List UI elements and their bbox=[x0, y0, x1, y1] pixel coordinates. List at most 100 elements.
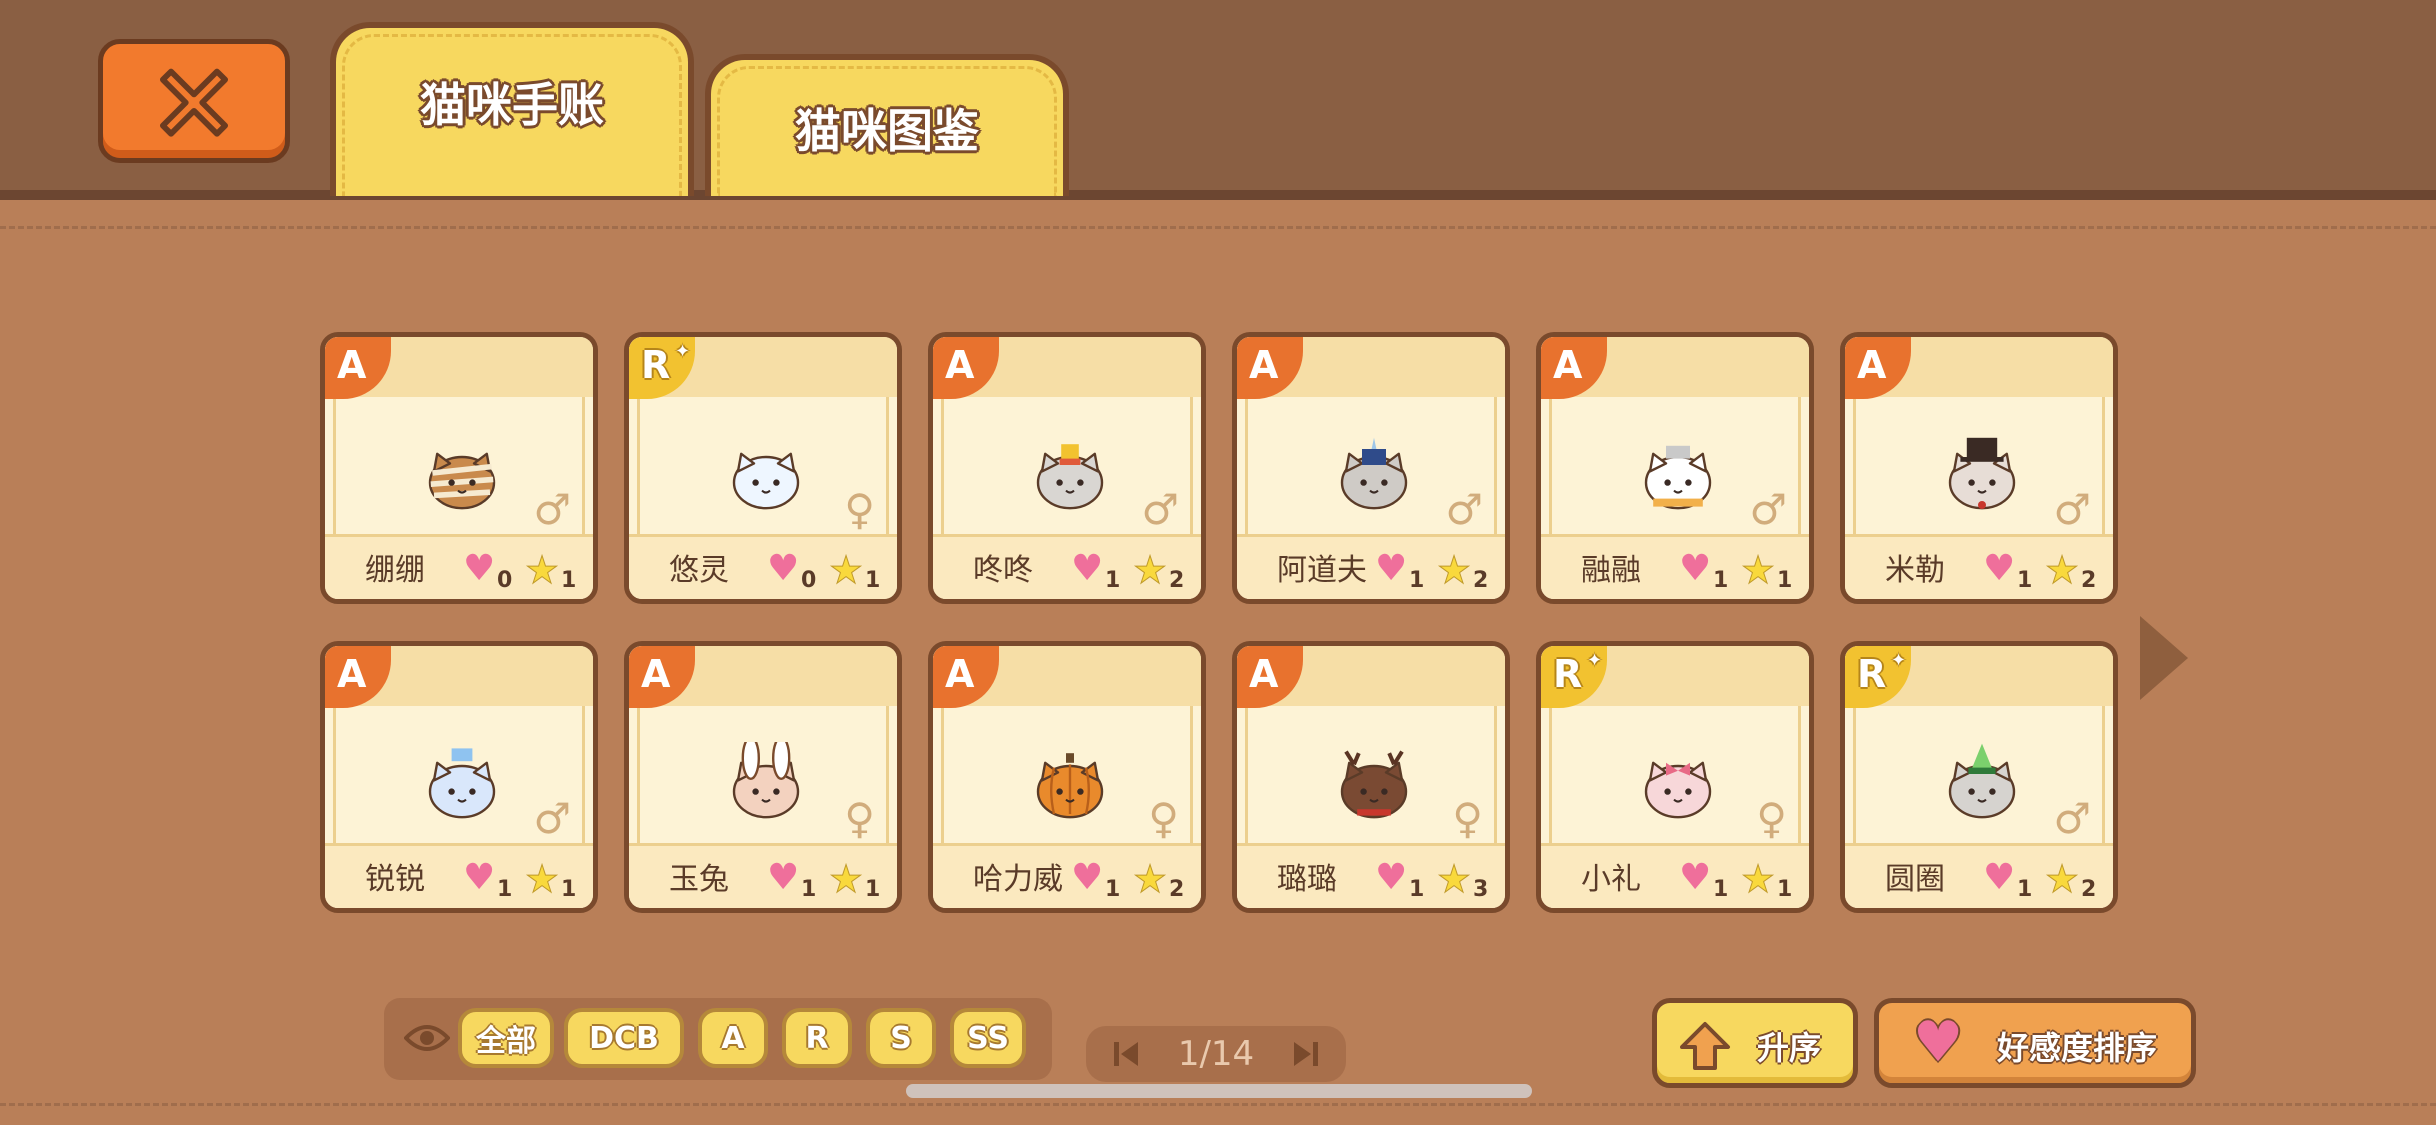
cat-card[interactable]: A ♀ 玉兔 ♥ 1 ★ 1 bbox=[624, 641, 902, 913]
cat-card[interactable]: R ✦ ♀ 悠灵 ♥ 0 ★ 1 bbox=[624, 332, 902, 604]
cat-name: 融融 bbox=[1581, 553, 1641, 588]
filter-s-button[interactable]: S bbox=[866, 1008, 936, 1068]
star-count: 2 bbox=[1473, 568, 1489, 593]
cat-card[interactable]: R ✦ ♀ 小礼 ♥ 1 ★ 1 bbox=[1536, 641, 1814, 913]
sparkle-icon: ✦ bbox=[1587, 650, 1603, 671]
gender-icon: ♂ bbox=[1749, 485, 1787, 534]
star-icon: ★ bbox=[2044, 548, 2080, 592]
gender-icon: ♀ bbox=[844, 485, 875, 534]
tab-cat-journal[interactable]: 猫咪手账 bbox=[330, 22, 694, 196]
star-icon: ★ bbox=[1436, 548, 1472, 592]
heart-icon: ♥ bbox=[1071, 548, 1104, 589]
heart-icon: ♥ bbox=[1983, 548, 2016, 589]
close-button[interactable] bbox=[98, 39, 290, 163]
rarity-label: R bbox=[1857, 652, 1887, 696]
filter-a-button[interactable]: A bbox=[698, 1008, 768, 1068]
star-icon: ★ bbox=[1740, 548, 1776, 592]
heart-icon: ♥ bbox=[767, 548, 800, 589]
ascending-sort-button[interactable]: 升序 bbox=[1652, 998, 1858, 1088]
cat-card[interactable]: A ♀ 哈力威 ♥ 1 ★ 2 bbox=[928, 641, 1206, 913]
affinity-sort-button[interactable]: ♥ 好感度排序 bbox=[1874, 998, 2196, 1088]
cat-card[interactable]: R ✦ ♂ 圆圈 ♥ 1 ★ 2 bbox=[1840, 641, 2118, 913]
cat-avatar-icon bbox=[732, 452, 800, 510]
cat-avatar-icon bbox=[1948, 743, 2016, 819]
up-arrow-icon bbox=[1680, 1022, 1730, 1070]
star-count: 2 bbox=[2081, 568, 2097, 593]
affection-count: 1 bbox=[1409, 568, 1425, 593]
gender-icon: ♂ bbox=[2053, 485, 2091, 534]
pager: 1/14 bbox=[1086, 1026, 1346, 1082]
heart-icon: ♥ bbox=[1679, 548, 1712, 589]
tab-cat-guide-label: 猫咪图鉴 bbox=[795, 104, 979, 158]
star-icon: ★ bbox=[1436, 857, 1472, 901]
eye-icon[interactable] bbox=[404, 1020, 450, 1056]
star-count: 1 bbox=[865, 568, 881, 593]
heart-icon: ♥ bbox=[1983, 857, 2016, 898]
gender-icon: ♂ bbox=[533, 794, 571, 843]
cat-card[interactable]: A ♂ 锐锐 ♥ 1 ★ 1 bbox=[320, 641, 598, 913]
page-indicator: 1/14 bbox=[1177, 1034, 1255, 1074]
cat-name: 悠灵 bbox=[669, 553, 729, 588]
rarity-label: A bbox=[1249, 343, 1279, 387]
dashed-divider-top bbox=[0, 226, 2436, 229]
star-count: 1 bbox=[561, 877, 577, 902]
tab-cat-journal-label: 猫咪手账 bbox=[420, 78, 604, 132]
rarity-label: A bbox=[1249, 652, 1279, 696]
affection-count: 1 bbox=[1105, 568, 1121, 593]
cat-card[interactable]: A ♂ 米勒 ♥ 1 ★ 2 bbox=[1840, 332, 2118, 604]
gender-icon: ♂ bbox=[1141, 485, 1179, 534]
cat-card[interactable]: A ♂ 阿道夫 ♥ 1 ★ 2 bbox=[1232, 332, 1510, 604]
ascending-sort-label: 升序 bbox=[1757, 1029, 1822, 1067]
rarity-label: A bbox=[1857, 343, 1887, 387]
affection-count: 0 bbox=[497, 568, 513, 593]
filter-r-button[interactable]: R bbox=[782, 1008, 852, 1068]
star-icon: ★ bbox=[1132, 857, 1168, 901]
heart-icon: ♥ bbox=[1375, 857, 1408, 898]
heart-icon: ♥ bbox=[767, 857, 800, 898]
rarity-label: A bbox=[945, 652, 975, 696]
filter-ss-button[interactable]: SS bbox=[950, 1008, 1026, 1068]
star-icon: ★ bbox=[1132, 548, 1168, 592]
cat-name: 小礼 bbox=[1581, 862, 1641, 897]
heart-icon: ♥ bbox=[463, 857, 496, 898]
cat-card[interactable]: A ♀ 璐璐 ♥ 1 ★ 3 bbox=[1232, 641, 1510, 913]
rarity-label: R bbox=[641, 343, 671, 387]
gender-icon: ♂ bbox=[533, 485, 571, 534]
close-x-icon bbox=[159, 68, 229, 137]
star-icon: ★ bbox=[2044, 857, 2080, 901]
affection-count: 1 bbox=[1105, 877, 1121, 902]
filter-dcb-button[interactable]: DCB bbox=[564, 1008, 684, 1068]
filter-all-button[interactable]: 全部 bbox=[458, 1008, 554, 1068]
tab-cat-guide[interactable]: 猫咪图鉴 bbox=[705, 54, 1069, 196]
home-indicator-bar bbox=[906, 1084, 1532, 1098]
star-count: 2 bbox=[1169, 877, 1185, 902]
last-page-icon[interactable] bbox=[1292, 1040, 1320, 1068]
star-count: 1 bbox=[865, 877, 881, 902]
cat-card[interactable]: A ♂ 咚咚 ♥ 1 ★ 2 bbox=[928, 332, 1206, 604]
affection-count: 1 bbox=[1713, 568, 1729, 593]
affection-count: 1 bbox=[2017, 877, 2033, 902]
star-icon: ★ bbox=[828, 548, 864, 592]
rarity-label: A bbox=[945, 343, 975, 387]
gender-icon: ♀ bbox=[1148, 794, 1179, 843]
gender-icon: ♀ bbox=[1756, 794, 1787, 843]
affection-count: 1 bbox=[1409, 877, 1425, 902]
gender-icon: ♂ bbox=[2053, 794, 2091, 843]
affection-count: 1 bbox=[497, 877, 513, 902]
heart-icon: ♥ bbox=[1679, 857, 1712, 898]
cat-name: 玉兔 bbox=[669, 862, 729, 897]
gender-icon: ♀ bbox=[844, 794, 875, 843]
cat-avatar-icon bbox=[428, 452, 496, 510]
rarity-label: R bbox=[1553, 652, 1583, 696]
cat-card[interactable]: A ♂ 绷绷 ♥ 0 ★ 1 bbox=[320, 332, 598, 604]
next-page-arrow-icon[interactable] bbox=[2140, 616, 2188, 700]
cat-name: 璐璐 bbox=[1277, 862, 1337, 897]
dashed-divider-bottom bbox=[0, 1103, 2436, 1106]
star-icon: ★ bbox=[1740, 857, 1776, 901]
affection-count: 0 bbox=[801, 568, 817, 593]
cat-card[interactable]: A ♂ 融融 ♥ 1 ★ 1 bbox=[1536, 332, 1814, 604]
cat-avatar-icon bbox=[1036, 444, 1104, 510]
star-count: 3 bbox=[1473, 877, 1489, 902]
cat-avatar-icon bbox=[1340, 437, 1408, 510]
first-page-icon[interactable] bbox=[1112, 1040, 1140, 1068]
